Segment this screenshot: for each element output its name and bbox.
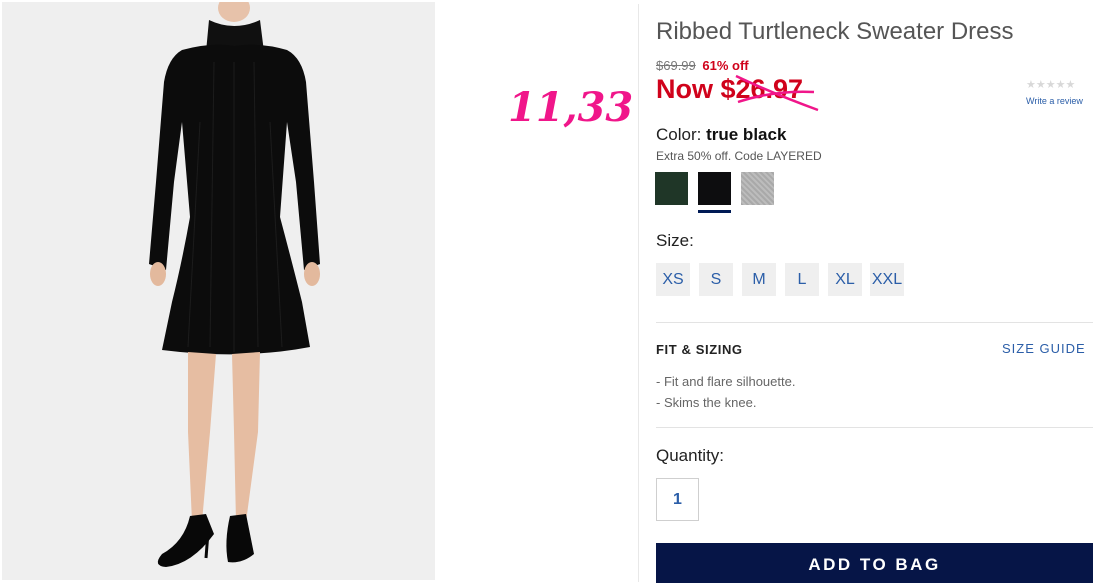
- quantity-input[interactable]: 1: [656, 478, 699, 521]
- size-option-s[interactable]: S: [699, 263, 733, 296]
- size-option-xs[interactable]: XS: [656, 263, 690, 296]
- column-divider: [638, 4, 639, 582]
- size-label: Size:: [656, 231, 694, 250]
- fit-details-list: - Fit and flare silhouette. - Skims the …: [656, 371, 795, 413]
- product-image[interactable]: [2, 2, 435, 580]
- quantity-label: Quantity:: [656, 446, 725, 465]
- rating-block: ★★★★★ Write a review: [1026, 78, 1096, 107]
- fit-detail-item: - Fit and flare silhouette.: [656, 374, 796, 389]
- promo-text: Extra 50% off. Code LAYERED: [656, 149, 822, 163]
- size-guide-link[interactable]: SIZE GUIDE: [1002, 341, 1086, 356]
- write-review-link[interactable]: Write a review: [1026, 95, 1096, 107]
- divider: [656, 322, 1093, 323]
- star-rating-icon: ★★★★★: [1026, 79, 1076, 91]
- color-label: Color: true black: [656, 125, 786, 145]
- handwritten-price-annotation: 11,33: [508, 84, 634, 131]
- size-option-l[interactable]: L: [785, 263, 819, 296]
- original-price: $69.99: [656, 58, 696, 73]
- product-title: Ribbed Turtleneck Sweater Dress: [656, 18, 1014, 45]
- color-swatch-green[interactable]: [655, 172, 688, 205]
- divider: [656, 427, 1093, 428]
- size-option-xl[interactable]: XL: [828, 263, 862, 296]
- color-swatch-true-black[interactable]: [698, 172, 731, 205]
- selected-color-name: true black: [706, 125, 787, 144]
- fit-sizing-heading: FIT & SIZING: [656, 342, 743, 357]
- size-option-m[interactable]: M: [742, 263, 776, 296]
- size-option-xxl[interactable]: XXL: [870, 263, 904, 296]
- original-price-row: $69.99 61% off: [656, 58, 749, 73]
- add-to-bag-button[interactable]: ADD TO BAG: [656, 543, 1093, 583]
- color-swatch-grey[interactable]: [741, 172, 774, 205]
- color-label-text: Color:: [656, 125, 702, 144]
- discount-badge: 61% off: [702, 58, 749, 73]
- selected-swatch-indicator: [698, 210, 731, 213]
- fit-detail-item: - Skims the knee.: [656, 395, 757, 410]
- price-strikethrough-mark: [735, 74, 819, 112]
- dress-model-illustration: [2, 2, 435, 580]
